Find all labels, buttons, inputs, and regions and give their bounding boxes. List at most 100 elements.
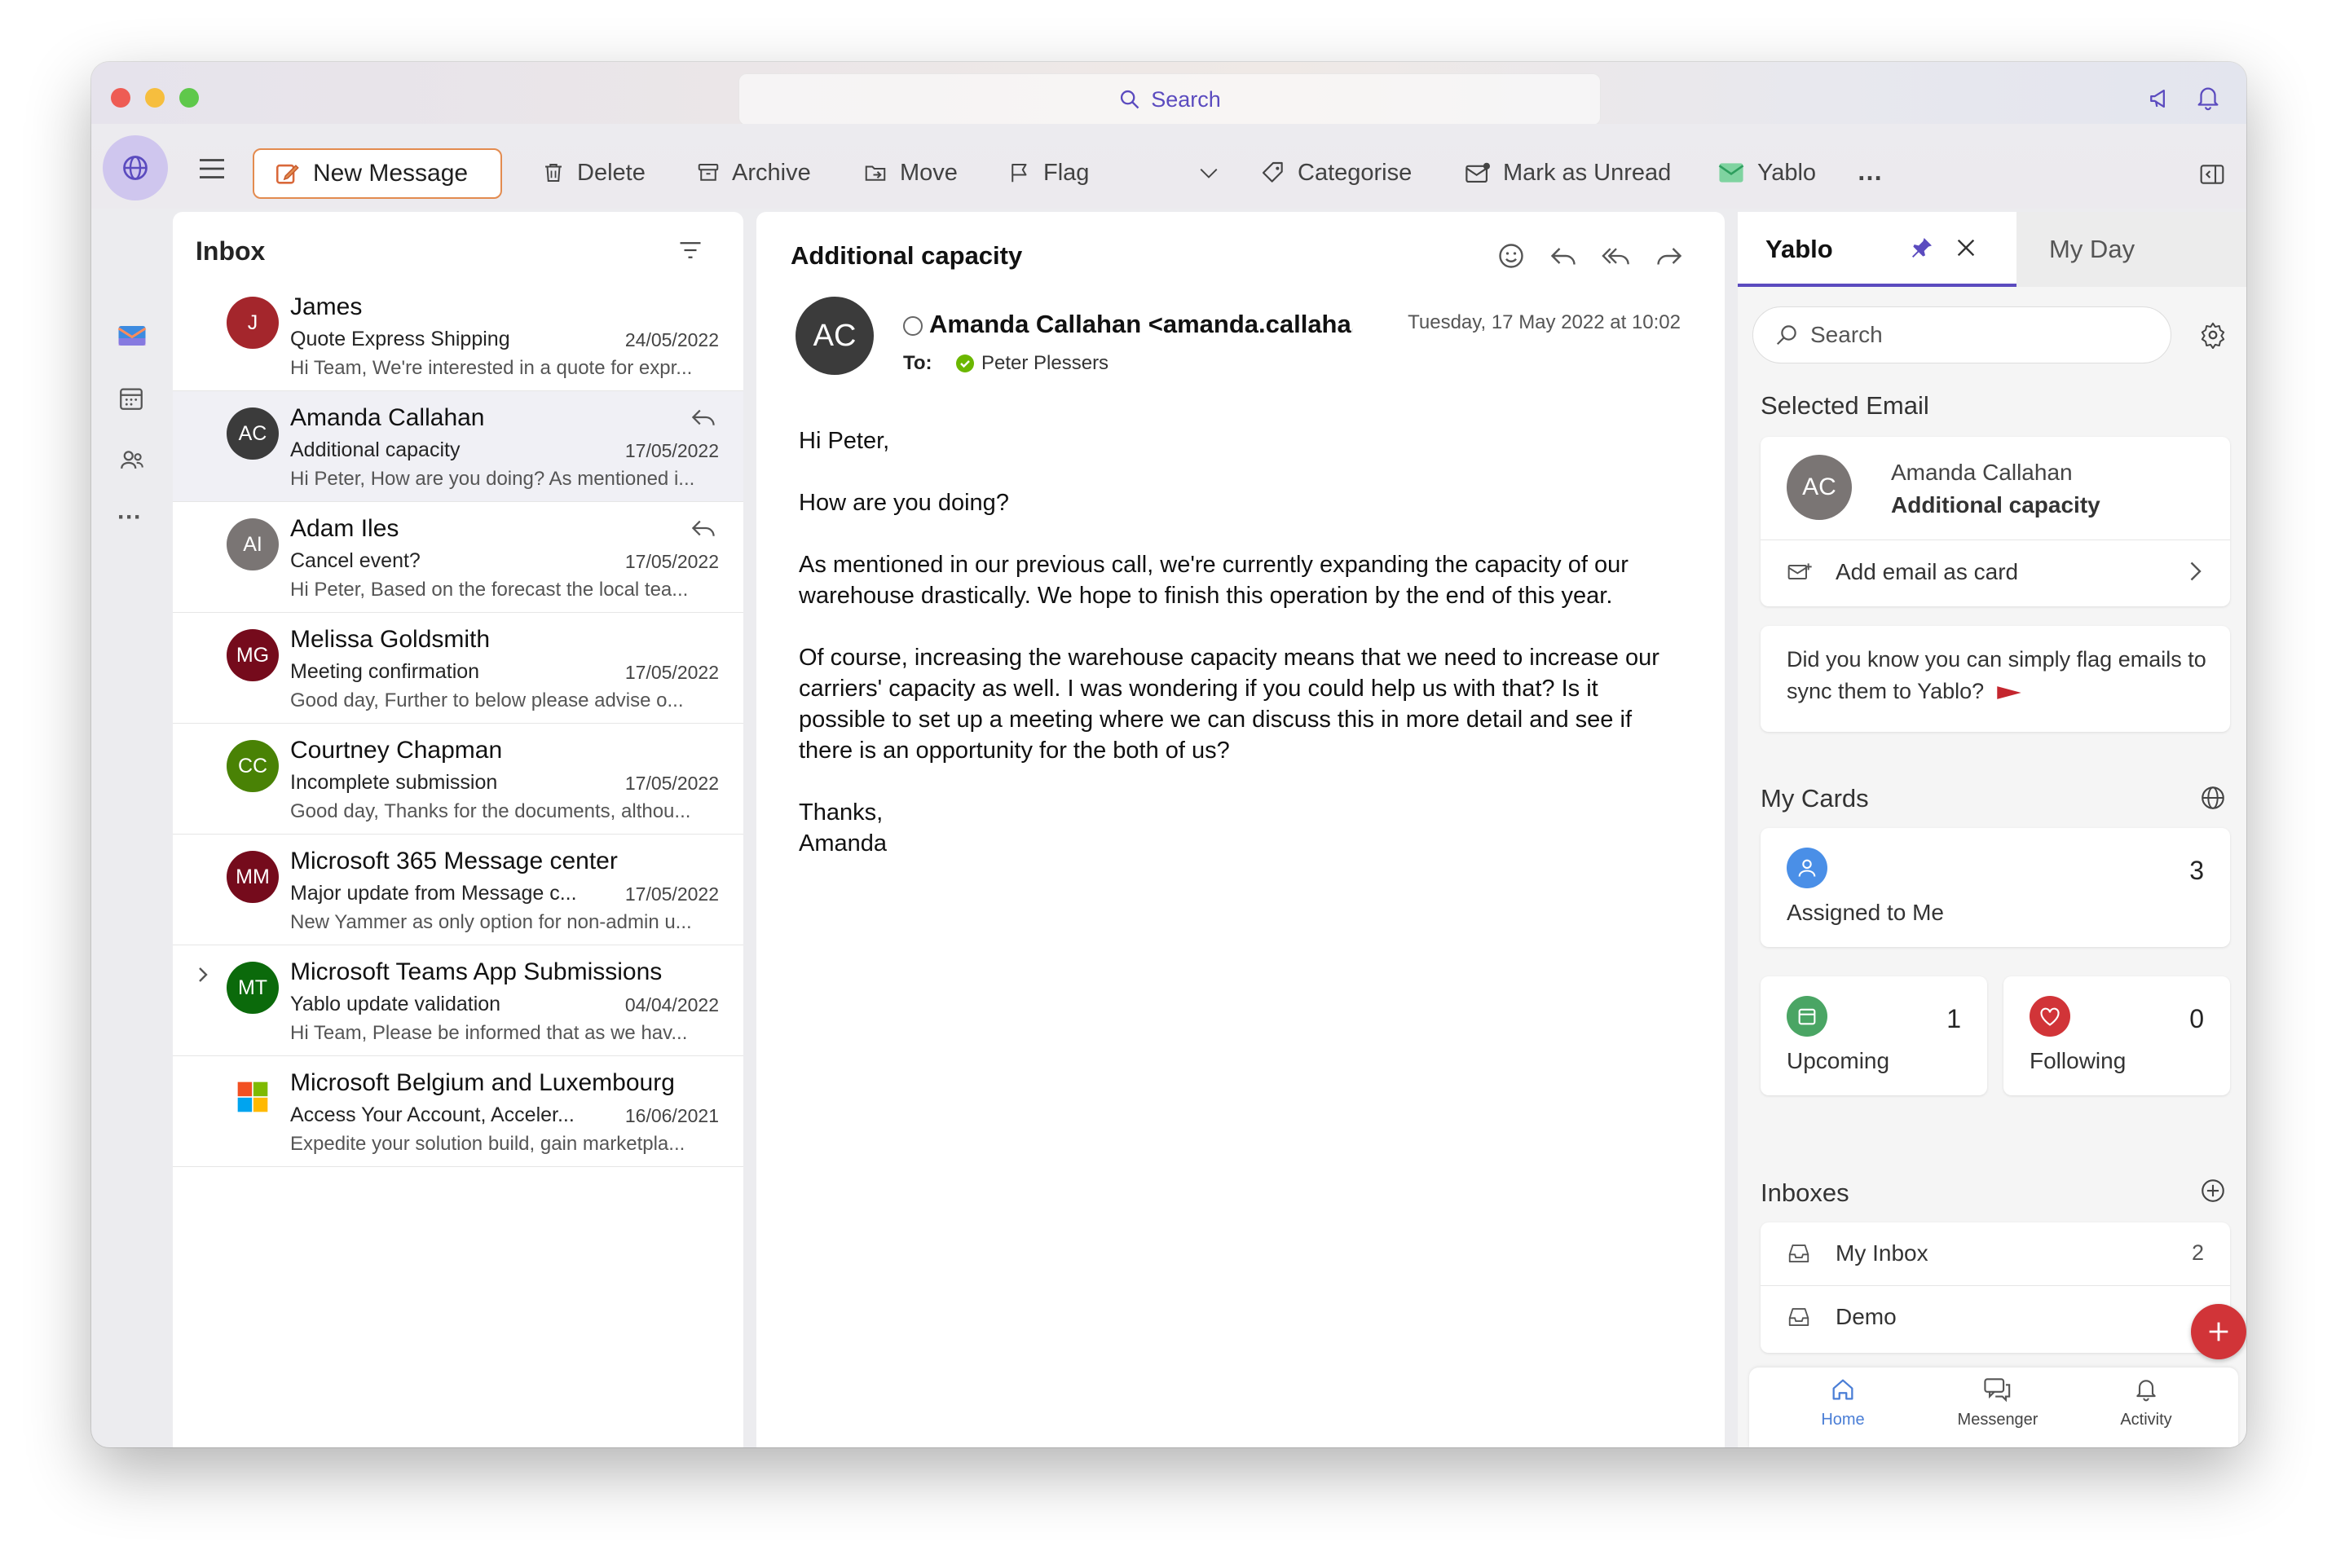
close-window-button[interactable] <box>111 88 130 108</box>
archive-icon <box>696 161 721 185</box>
assigned-count: 3 <box>2189 856 2204 885</box>
inbox-row-my-inbox[interactable]: My Inbox 2 <box>1761 1222 2230 1286</box>
list-item-date: 17/05/2022 <box>624 551 719 572</box>
list-item[interactable]: Microsoft Belgium and Luxembourg Access … <box>173 1056 743 1167</box>
avatar: CC <box>227 740 279 792</box>
new-message-button[interactable]: New Message <box>253 148 502 199</box>
chat-bubbles-icon <box>1982 1376 2013 1403</box>
yablo-toolbar-button[interactable]: Yablo <box>1717 150 1816 196</box>
presence-available-icon <box>955 354 975 373</box>
person-icon <box>1787 848 1827 888</box>
expand-thread-chevron-icon[interactable] <box>196 965 210 984</box>
compose-icon <box>274 160 302 187</box>
list-item[interactable]: AI Adam Iles Cancel event? 17/05/2022 Hi… <box>173 502 743 613</box>
list-item-sender: Adam Iles <box>290 515 399 542</box>
add-email-as-card-button[interactable]: Add email as card <box>1761 540 2230 606</box>
pin-icon[interactable] <box>1909 235 1935 261</box>
emoji-react-icon[interactable] <box>1496 241 1526 271</box>
mark-unread-button[interactable]: Mark as Unread <box>1464 150 1671 196</box>
avatar: J <box>227 297 279 349</box>
email-body: Hi Peter, How are you doing? As mentione… <box>799 425 1671 859</box>
reading-pane: Additional capacity AC Amanda Callahan <… <box>756 212 1725 1447</box>
email-recipient[interactable]: Peter Plessers <box>981 352 1108 375</box>
filter-icon[interactable] <box>678 240 703 261</box>
bell-icon[interactable] <box>2194 83 2222 112</box>
categorise-button[interactable]: Categorise <box>1260 150 1412 196</box>
list-item-subject: Yablo update validation <box>290 993 501 1015</box>
inbox-tray-icon <box>1787 1242 1811 1265</box>
search-icon <box>1118 88 1141 111</box>
trash-icon <box>541 160 566 186</box>
yablo-icon <box>1717 160 1746 186</box>
more-options-icon[interactable]: … <box>1857 156 1883 187</box>
list-item-preview: Expedite your solution build, gain marke… <box>290 1133 685 1155</box>
settings-gear-icon[interactable] <box>2199 321 2227 349</box>
tab-my-day[interactable]: My Day <box>2016 212 2246 287</box>
upcoming-count: 1 <box>1946 1004 1961 1033</box>
add-card-fab-button[interactable] <box>2191 1304 2246 1359</box>
upcoming-card[interactable]: 1 Upcoming <box>1761 976 1987 1095</box>
inbox-count: 2 <box>2191 1240 2204 1265</box>
search-placeholder: Search <box>1151 86 1221 112</box>
avatar: MT <box>227 962 279 1014</box>
forward-icon[interactable] <box>1655 243 1684 269</box>
flag-dropdown-chevron-icon[interactable] <box>1198 165 1219 181</box>
list-item-preview: Good day, Further to below please advise… <box>290 689 684 711</box>
list-item-date: 17/05/2022 <box>624 883 719 905</box>
following-card[interactable]: 0 Following <box>2003 976 2230 1095</box>
calendar-icon[interactable] <box>117 385 145 412</box>
assigned-to-me-card[interactable]: 3 Assigned to Me <box>1761 828 2230 947</box>
reply-all-icon[interactable] <box>1601 243 1632 269</box>
inbox-tray-icon <box>1787 1306 1811 1328</box>
bell-icon <box>2133 1376 2159 1403</box>
move-button[interactable]: Move <box>862 150 958 196</box>
list-item[interactable]: MM Microsoft 365 Message center Major up… <box>173 835 743 945</box>
list-item-date: 04/04/2022 <box>624 994 719 1015</box>
email-from[interactable]: Amanda Callahan <amanda.callaha... <box>929 310 1353 339</box>
close-icon[interactable] <box>1953 235 1979 261</box>
zoom-window-button[interactable] <box>179 88 199 108</box>
list-item-sender: James <box>290 293 363 320</box>
tag-icon <box>1260 160 1286 186</box>
collapse-pane-icon[interactable] <box>2199 163 2225 186</box>
reply-icon[interactable] <box>1549 243 1578 269</box>
list-item[interactable]: J James Quote Express Shipping 24/05/202… <box>173 280 743 391</box>
list-item-preview: Good day, Thanks for the documents, alth… <box>290 800 691 822</box>
body-paragraph: How are you doing? <box>799 490 1009 516</box>
list-item[interactable]: MT Microsoft Teams App Submissions Yablo… <box>173 945 743 1056</box>
inbox-row-demo[interactable]: Demo <box>1761 1286 2230 1350</box>
list-item-date: 17/05/2022 <box>624 662 719 683</box>
flag-button[interactable]: Flag <box>1007 150 1089 196</box>
new-message-label: New Message <box>313 160 469 187</box>
list-item-preview: Hi Team, Please be informed that as we h… <box>290 1022 688 1044</box>
folder-move-icon <box>862 161 888 185</box>
list-item-sender: Microsoft 365 Message center <box>290 848 618 874</box>
globe-icon[interactable] <box>2199 784 2227 812</box>
nav-activity[interactable]: Activity <box>2101 1376 2191 1429</box>
minimize-window-button[interactable] <box>145 88 165 108</box>
mail-icon[interactable] <box>117 323 147 349</box>
sender-avatar[interactable]: AC <box>796 297 874 375</box>
search-input[interactable]: Search <box>738 73 1601 126</box>
list-item-subject: Cancel event? <box>290 549 421 572</box>
add-inbox-icon[interactable] <box>2199 1177 2227 1205</box>
list-item-selected[interactable]: AC Amanda Callahan Additional capacity 1… <box>173 391 743 502</box>
nav-home[interactable]: Home <box>1798 1376 1888 1429</box>
archive-button[interactable]: Archive <box>696 150 811 196</box>
body-paragraph: Thanks, <box>799 799 884 826</box>
megaphone-icon[interactable] <box>2147 85 2176 112</box>
list-item[interactable]: CC Courtney Chapman Incomplete submissio… <box>173 724 743 835</box>
list-item-subject: Meeting confirmation <box>290 660 480 683</box>
yablo-label: Yablo <box>1757 159 1817 186</box>
yablo-search-input[interactable]: Search <box>1752 306 2171 363</box>
more-apps-icon[interactable]: ··· <box>117 504 142 531</box>
people-icon[interactable] <box>117 447 147 474</box>
list-item[interactable]: MG Melissa Goldsmith Meeting confirmatio… <box>173 613 743 724</box>
list-item-sender: Microsoft Teams App Submissions <box>290 958 663 985</box>
nav-messenger[interactable]: Messenger <box>1945 1376 2051 1429</box>
nav-home-label: Home <box>1821 1411 1865 1429</box>
delete-button[interactable]: Delete <box>541 150 646 196</box>
globe-app-button[interactable] <box>103 135 168 200</box>
tab-yablo[interactable]: Yablo <box>1738 212 2016 287</box>
hamburger-menu-icon[interactable] <box>197 156 227 181</box>
